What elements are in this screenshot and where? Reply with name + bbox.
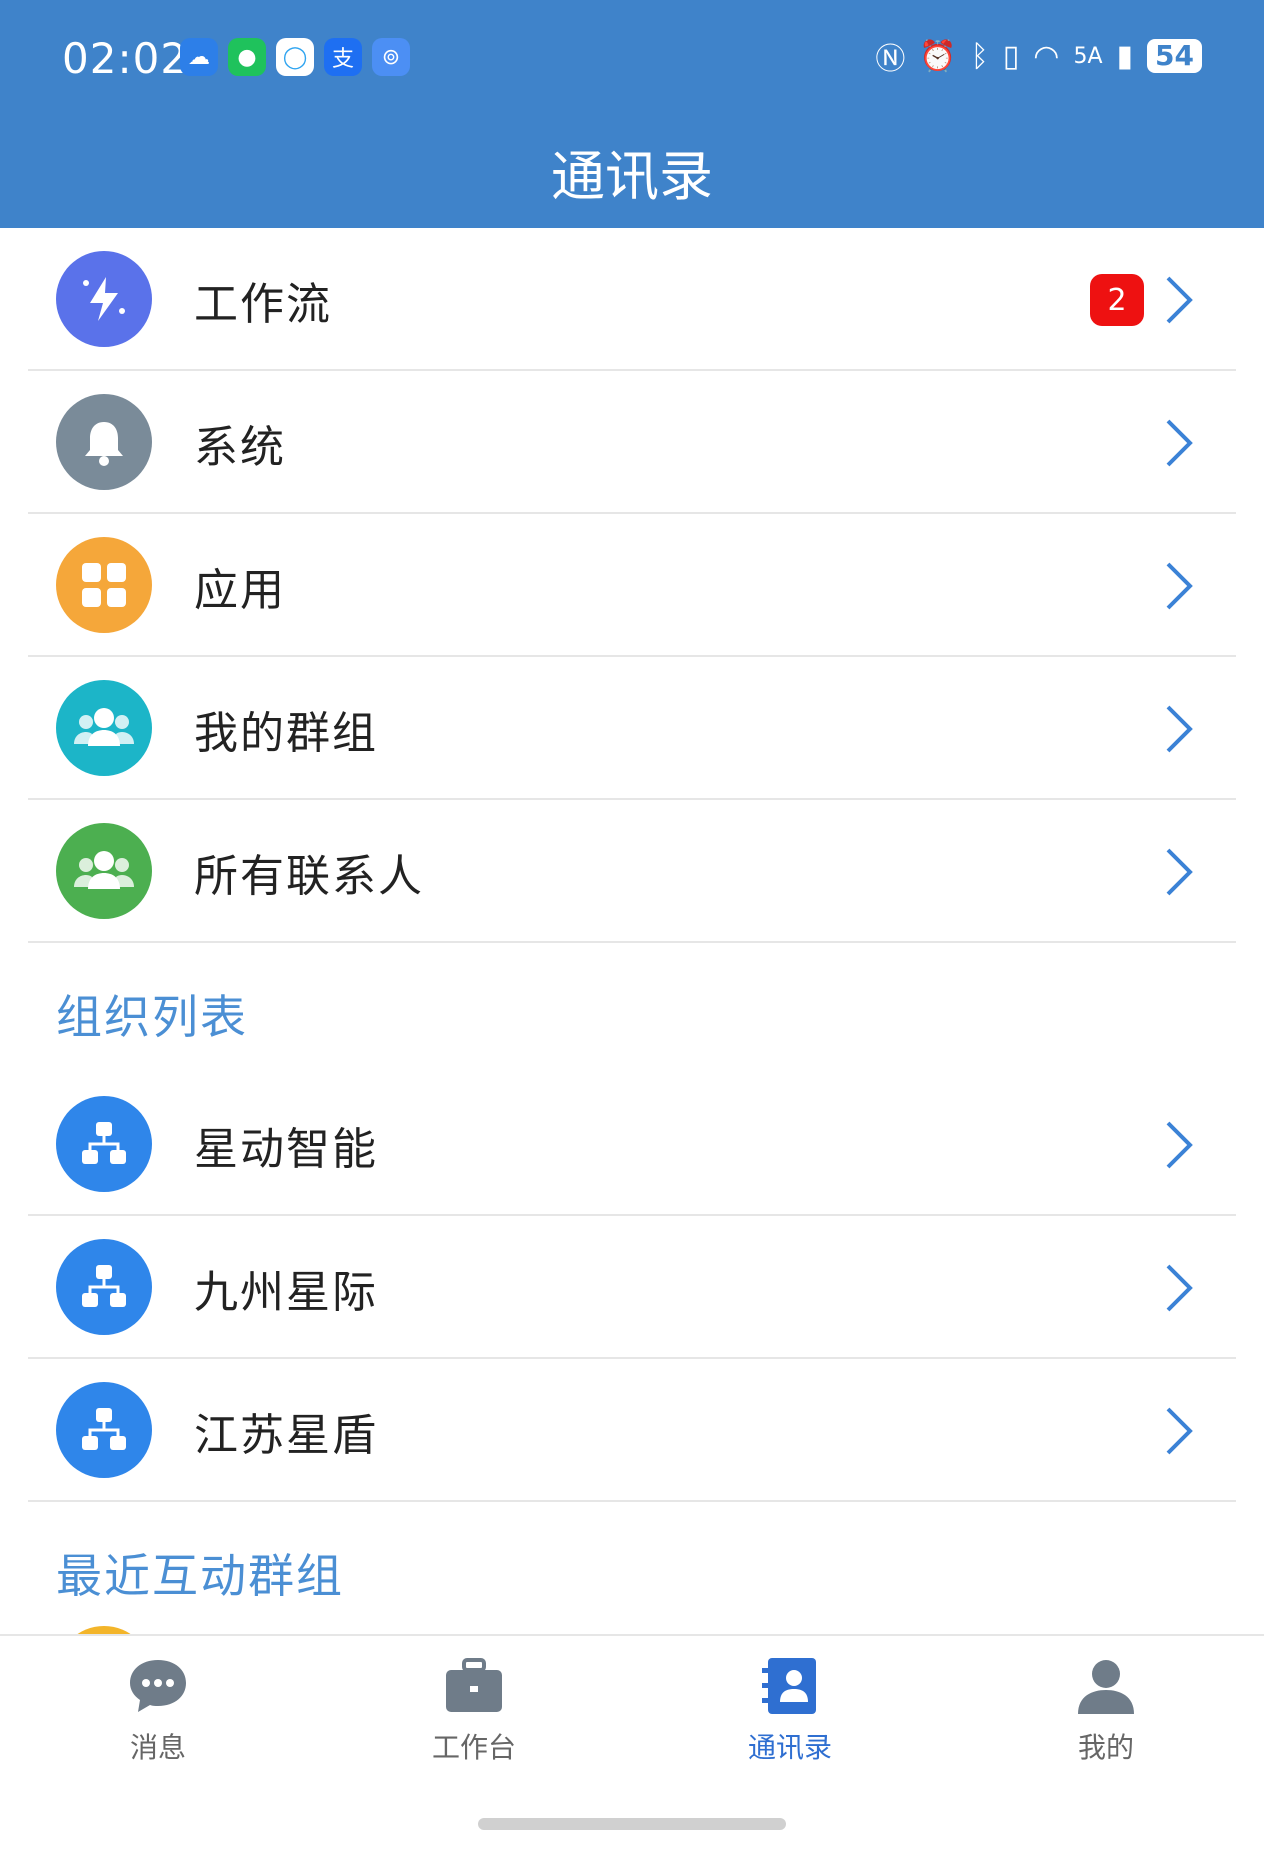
menu-item-system[interactable]: 系统 <box>0 371 1264 514</box>
org-item[interactable]: 星动智能 <box>0 1073 1264 1216</box>
chevron-right-icon <box>1166 1407 1193 1455</box>
org-tree-icon <box>56 1382 152 1478</box>
section-title: 组织列表 <box>56 990 248 1044</box>
org-label: 九州星际 <box>194 1267 378 1318</box>
alarm-icon: ⏰ <box>919 38 957 74</box>
chevron-right-icon <box>1166 848 1193 896</box>
org-item[interactable]: 江苏星盾 <box>0 1359 1264 1502</box>
notification-icons: ☁ ● ◯ 支 ⊚ <box>180 38 410 76</box>
tab-contacts[interactable]: 通讯录 <box>710 1656 870 1766</box>
workflow-icon <box>56 251 152 347</box>
battery-level: 54 <box>1147 39 1202 73</box>
status-time: 02:02 <box>62 34 189 83</box>
weather-icon: ☁ <box>180 38 218 76</box>
group-icon <box>56 680 152 776</box>
menu-item-label: 系统 <box>194 422 286 473</box>
hotspot-icon: ⊚ <box>372 38 410 76</box>
chevron-right-icon <box>1166 419 1193 467</box>
briefcase-icon <box>446 1658 502 1712</box>
tab-label: 工作台 <box>431 1731 516 1764</box>
home-indicator[interactable] <box>478 1818 786 1830</box>
chevron-right-icon <box>1166 705 1193 753</box>
menu-item-workflow[interactable]: 工作流 2 <box>0 228 1264 371</box>
alipay-icon: 支 <box>324 38 362 76</box>
contacts-list: 工作流 2 系统 应用 我的群组 所有联系人 组织列表 星动智能 九州星际 江苏… <box>0 228 1264 1632</box>
contacts-book-icon <box>762 1658 816 1714</box>
org-label: 星动智能 <box>194 1124 378 1175</box>
count-badge: 2 <box>1090 274 1144 326</box>
chevron-right-icon <box>1166 1121 1193 1169</box>
menu-item-label: 应用 <box>194 565 286 616</box>
section-title: 最近互动群组 <box>56 1549 344 1603</box>
apps-grid-icon <box>56 537 152 633</box>
status-bar: 02:02 ☁ ● ◯ 支 ⊚ Ⓝ ⏰ ᛒ ▯ ◠ 5A ▮ 54 <box>0 28 1264 92</box>
chevron-right-icon <box>1166 1264 1193 1312</box>
bluetooth-icon: ᛒ <box>970 38 989 74</box>
signal-icon: ▮ <box>1116 38 1134 74</box>
system-icons: Ⓝ ⏰ ᛒ ▯ ◠ 5A ▮ 54 <box>875 34 1202 78</box>
menu-item-apps[interactable]: 应用 <box>0 514 1264 657</box>
org-tree-icon <box>56 1239 152 1335</box>
bell-icon <box>56 394 152 490</box>
chevron-right-icon <box>1166 276 1193 324</box>
tab-label: 通讯录 <box>747 1731 832 1764</box>
org-item[interactable]: 九州星际 <box>0 1216 1264 1359</box>
person-icon <box>1078 1660 1134 1714</box>
contacts-icon <box>56 823 152 919</box>
org-label: 江苏星盾 <box>194 1410 378 1461</box>
menu-item-label: 我的群组 <box>194 708 378 759</box>
network-type: 5A <box>1073 43 1103 69</box>
message-icon <box>130 1660 186 1712</box>
section-header-organizations: 组织列表 <box>0 943 1264 1073</box>
chat-icon: ◯ <box>276 38 314 76</box>
section-header-recent-groups: 最近互动群组 <box>0 1502 1264 1632</box>
tab-messages[interactable]: 消息 <box>78 1656 238 1766</box>
header-bar: 02:02 ☁ ● ◯ 支 ⊚ Ⓝ ⏰ ᛒ ▯ ◠ 5A ▮ 54 通讯录 <box>0 0 1264 228</box>
tab-label: 我的 <box>1077 1731 1134 1764</box>
wifi-icon: ◠ <box>1033 38 1060 74</box>
org-tree-icon <box>56 1096 152 1192</box>
menu-item-label: 工作流 <box>194 279 332 330</box>
tab-me[interactable]: 我的 <box>1026 1656 1186 1766</box>
chevron-right-icon <box>1166 562 1193 610</box>
wechat-icon: ● <box>228 38 266 76</box>
vibrate-icon: ▯ <box>1002 38 1020 74</box>
nfc-icon: Ⓝ <box>875 42 906 77</box>
menu-item-label: 所有联系人 <box>194 851 424 902</box>
tab-workbench[interactable]: 工作台 <box>394 1656 554 1766</box>
tab-label: 消息 <box>129 1731 186 1764</box>
menu-item-all-contacts[interactable]: 所有联系人 <box>0 800 1264 943</box>
page-title: 通讯录 <box>551 145 713 208</box>
menu-item-my-groups[interactable]: 我的群组 <box>0 657 1264 800</box>
